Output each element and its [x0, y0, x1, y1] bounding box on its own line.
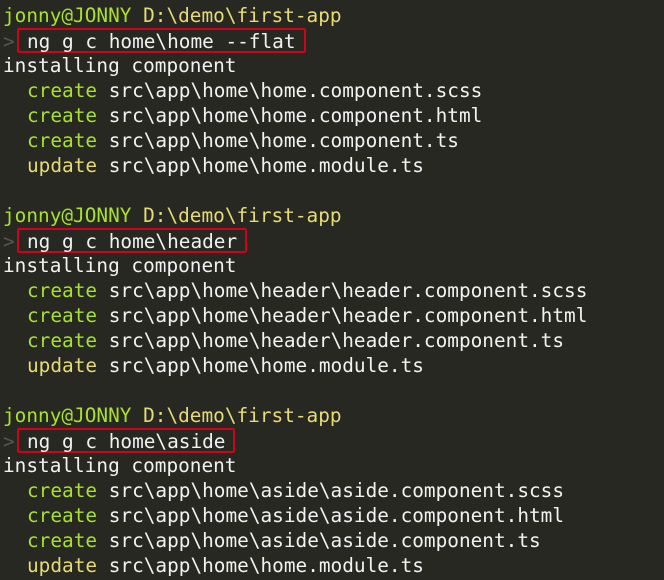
- action-update: update: [27, 154, 98, 177]
- file-path: src\app\home\header\header.component.scs…: [108, 279, 588, 302]
- file-path: src\app\home\home.component.ts: [108, 129, 459, 152]
- command-block: jonny@JONNY D:\demo\first-app > ng g c ho…: [0, 203, 664, 378]
- highlighted-command: ng g c home\home --flat: [17, 28, 306, 53]
- highlighted-command: ng g c home\aside: [17, 428, 236, 453]
- command-line: > ng g c home\header: [0, 228, 664, 253]
- file-path: src\app\home\aside\aside.component.scss: [108, 479, 565, 502]
- status-line: installing component: [3, 54, 237, 77]
- output-line: create src\app\home\aside\aside.componen…: [0, 478, 664, 503]
- user-host: jonny@JONNY: [3, 204, 132, 227]
- output-line: update src\app\home\home.module.ts: [0, 353, 664, 378]
- output-line: create src\app\home\header\header.compon…: [0, 278, 664, 303]
- file-path: src\app\home\home.module.ts: [108, 554, 424, 577]
- prompt-chevron-icon: >: [3, 430, 15, 453]
- action-create: create: [27, 79, 98, 102]
- prompt-header: jonny@JONNY D:\demo\first-app: [0, 3, 664, 28]
- output-line: create src\app\home\home.component.scss: [0, 78, 664, 103]
- prompt-header: jonny@JONNY D:\demo\first-app: [0, 403, 664, 428]
- file-path: src\app\home\home.module.ts: [108, 354, 424, 377]
- action-create: create: [27, 504, 98, 527]
- file-path: src\app\home\home.component.html: [108, 104, 483, 127]
- action-create: create: [27, 279, 98, 302]
- user-host: jonny@JONNY: [3, 4, 132, 27]
- output-line: create src\app\home\header\header.compon…: [0, 303, 664, 328]
- file-path: src\app\home\aside\aside.component.ts: [108, 529, 541, 552]
- output-line: create src\app\home\aside\aside.componen…: [0, 528, 664, 553]
- action-create: create: [27, 329, 98, 352]
- status-line: installing component: [3, 254, 237, 277]
- command-line: > ng g c home\home --flat: [0, 28, 664, 53]
- prompt-header: jonny@JONNY D:\demo\first-app: [0, 203, 664, 228]
- file-path: src\app\home\header\header.component.ts: [108, 329, 565, 352]
- highlighted-command: ng g c home\header: [17, 228, 248, 253]
- action-update: update: [27, 354, 98, 377]
- command-line: > ng g c home\aside: [0, 428, 664, 453]
- action-create: create: [27, 104, 98, 127]
- prompt-chevron-icon: >: [3, 30, 15, 53]
- user-host: jonny@JONNY: [3, 404, 132, 427]
- action-create: create: [27, 129, 98, 152]
- command-block: jonny@JONNY D:\demo\first-app > ng g c ho…: [0, 403, 664, 578]
- action-create: create: [27, 304, 98, 327]
- current-directory: D:\demo\first-app: [143, 204, 342, 227]
- output-line: create src\app\home\aside\aside.componen…: [0, 503, 664, 528]
- output-line: create src\app\home\home.component.html: [0, 103, 664, 128]
- file-path: src\app\home\home.module.ts: [108, 154, 424, 177]
- terminal-window[interactable]: jonny@JONNY D:\demo\first-app > ng g c ho…: [0, 0, 664, 580]
- action-update: update: [27, 554, 98, 577]
- prompt-chevron-icon: >: [3, 230, 15, 253]
- status-line: installing component: [3, 454, 237, 477]
- current-directory: D:\demo\first-app: [143, 404, 342, 427]
- file-path: src\app\home\header\header.component.htm…: [108, 304, 588, 327]
- current-directory: D:\demo\first-app: [143, 4, 342, 27]
- action-create: create: [27, 479, 98, 502]
- command-block: jonny@JONNY D:\demo\first-app > ng g c ho…: [0, 3, 664, 178]
- action-create: create: [27, 529, 98, 552]
- output-line: update src\app\home\home.module.ts: [0, 553, 664, 578]
- output-line: create src\app\home\home.component.ts: [0, 128, 664, 153]
- file-path: src\app\home\home.component.scss: [108, 79, 483, 102]
- file-path: src\app\home\aside\aside.component.html: [108, 504, 565, 527]
- output-line: create src\app\home\header\header.compon…: [0, 328, 664, 353]
- output-line: update src\app\home\home.module.ts: [0, 153, 664, 178]
